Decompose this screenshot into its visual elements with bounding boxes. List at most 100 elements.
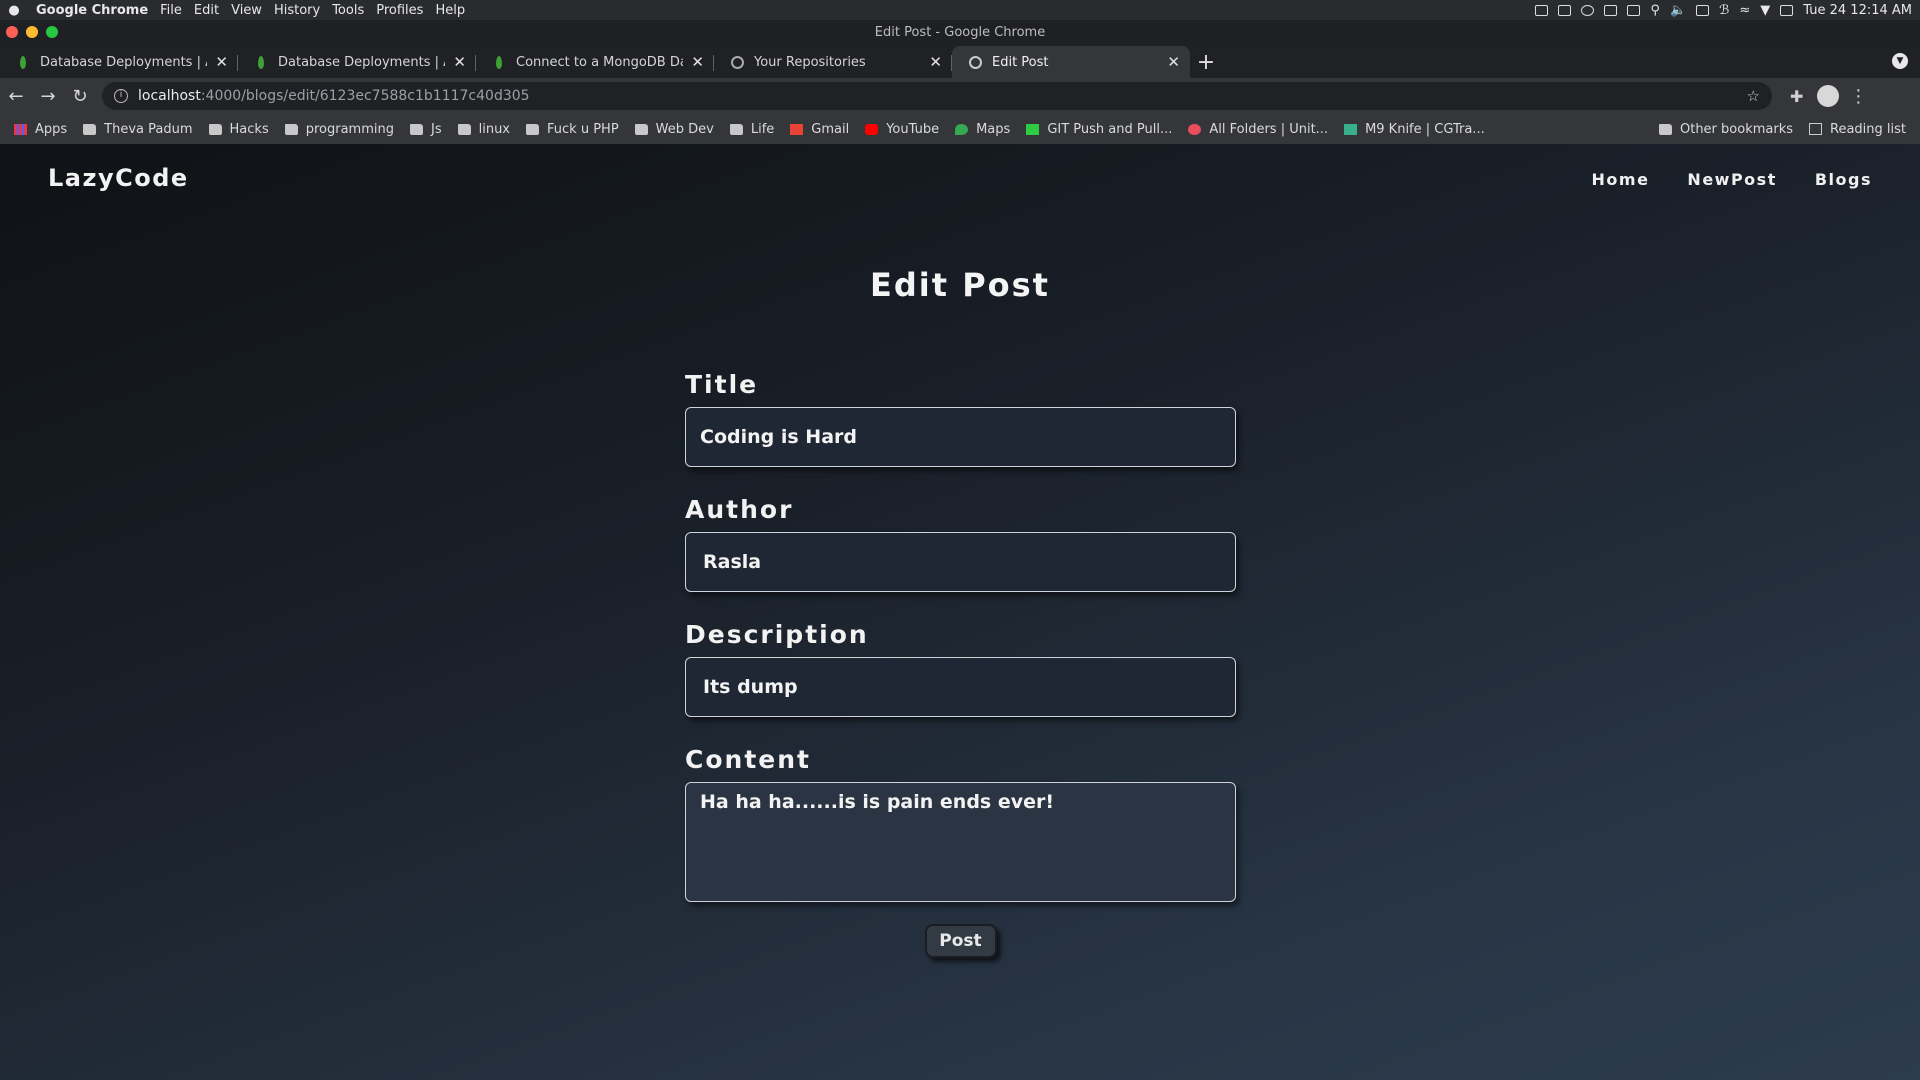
bookmark-folder-life[interactable]: Life [729,122,774,137]
author-input[interactable]: Rasla [685,532,1236,592]
post-submit-button[interactable]: Post [924,924,997,958]
bookmark-other-bookmarks[interactable]: Other bookmarks [1658,121,1793,137]
bookmark-folder-hacks[interactable]: Hacks [208,122,269,137]
trash-icon[interactable] [1780,4,1794,16]
bookmark-gmail[interactable]: Gmail [790,122,849,137]
extensions-puzzle-icon[interactable]: ✚ [1790,87,1803,106]
forward-button[interactable]: → [32,80,64,112]
back-button[interactable]: ← [0,80,32,112]
bookmark-label: linux [478,121,511,137]
bookmark-label: Js [431,121,442,137]
bluetooth-icon[interactable]: ℬ [1719,3,1729,18]
battery-icon[interactable] [1696,4,1710,16]
tab-database-deployments-2[interactable]: Database Deployments | Atla ✕ [238,46,476,78]
bookmark-label: Apps [35,121,68,137]
close-icon[interactable]: ✕ [929,53,942,71]
screen-icon[interactable] [1535,4,1549,16]
folder-icon [410,123,423,135]
dropdown-icon[interactable]: ▼ [1760,3,1770,18]
location-icon[interactable]: ⚲ [1650,3,1660,18]
info-icon[interactable]: i [114,89,128,103]
status-area: ⚲ 🔈 ℬ ≈ ▼ Tue 24 12:14 AM [1535,3,1920,18]
menu-profiles[interactable]: Profiles [376,3,423,18]
description-input[interactable]: Its dump [685,657,1236,717]
bookmark-folder-js[interactable]: Js [410,122,442,137]
menu-history[interactable]: History [274,3,320,18]
title-input[interactable]: Coding is Hard [685,407,1236,467]
bookmark-star-icon[interactable]: ☆ [1747,87,1760,105]
maps-pin-icon [955,123,969,135]
browser-toolbar: ← → ↻ i localhost:4000/blogs/edit/6123ec… [0,78,1920,114]
content-textarea[interactable]: Ha ha ha......is is pain ends ever! [685,782,1236,902]
menu-help[interactable]: Help [435,3,465,18]
mongodb-leaf-icon [254,55,268,69]
apple-icon[interactable]: ● [4,3,24,18]
url-path: :4000/blogs/edit/6123ec7588c1b1117c40d30… [200,88,530,104]
bookmark-maps[interactable]: Maps [955,122,1010,137]
tab-label: Connect to a MongoDB Datal [516,54,683,70]
window-titlebar: Edit Post - Google Chrome [0,20,1920,44]
unity-icon [1188,123,1202,135]
tab-connect-mongodb[interactable]: Connect to a MongoDB Datal ✕ [476,46,714,78]
reading-list[interactable]: Reading list [1809,122,1906,137]
bookmark-m9-knife[interactable]: M9 Knife | CGTra... [1344,122,1485,137]
reading-list-icon [1809,123,1822,135]
nav-blogs-link[interactable]: Blogs [1815,170,1872,189]
window-icon[interactable] [1558,4,1572,16]
youtube-icon [865,123,879,135]
bookmark-label: Other bookmarks [1679,121,1793,137]
folder-icon [526,123,540,135]
bookmark-git-push-pull[interactable]: GIT Push and Pull... [1026,122,1172,137]
menu-app-name[interactable]: Google Chrome [36,3,148,18]
tab-label: Edit Post [992,54,1049,70]
bookmark-all-folders-unity[interactable]: All Folders | Unit... [1188,122,1328,137]
nav-newpost-link[interactable]: NewPost [1687,170,1776,189]
menu-file[interactable]: File [160,3,182,18]
bookmark-folder-linux[interactable]: linux [457,121,511,137]
bookmark-folder-web-dev[interactable]: Web Dev [634,122,714,137]
bookmark-folder-php[interactable]: Fuck u PHP [526,122,619,137]
site-logo[interactable]: LazyCode [48,164,189,192]
bookmark-label: M9 Knife | CGTra... [1365,121,1485,137]
author-label: Author [685,495,794,524]
bookmark-label: Fuck u PHP [547,121,619,137]
tab-search-icon[interactable]: ▼ [1892,53,1908,69]
menu-edit[interactable]: Edit [194,3,219,18]
wifi-icon[interactable]: ≈ [1739,3,1750,18]
close-icon[interactable]: ✕ [215,53,228,71]
menu-view[interactable]: View [231,3,262,18]
check-icon[interactable] [1581,4,1595,16]
terminal-icon[interactable] [1604,4,1618,16]
clock[interactable]: Tue 24 12:14 AM [1803,3,1912,18]
bookmark-folder-theva-padum[interactable]: Theva Padum [83,121,193,137]
bookmark-label: Theva Padum [104,121,193,137]
bookmark-label: YouTube [886,121,940,137]
chrome-menu-icon[interactable]: ⋮ [1849,86,1867,107]
bookmark-label: All Folders | Unit... [1209,121,1329,137]
address-bar[interactable]: i localhost:4000/blogs/edit/6123ec7588c1… [102,82,1772,110]
bookmark-folder-programming[interactable]: programming [284,122,394,137]
folder-icon [457,123,471,135]
bookmark-apps[interactable]: Apps [14,122,67,137]
tab-edit-post[interactable]: Edit Post ✕ [952,46,1190,78]
tab-label: Database Deployments | Atla [278,54,445,70]
new-tab-button[interactable]: + [1190,46,1222,78]
close-icon[interactable]: ✕ [453,53,466,71]
close-icon[interactable]: ✕ [691,53,704,71]
bookmarks-bar: Apps Theva Padum Hacks programming Js li… [0,114,1920,144]
reload-button[interactable]: ↻ [64,80,96,112]
profile-avatar[interactable] [1817,85,1840,107]
menu-tools[interactable]: Tools [332,3,364,18]
tab-your-repositories[interactable]: Your Repositories ✕ [714,46,952,78]
edit-post-form: Title Coding is Hard Author Rasla Descri… [685,370,1236,958]
github-icon [730,55,744,69]
folder-icon [208,123,222,135]
clipboard-icon[interactable] [1627,4,1641,16]
close-icon[interactable]: ✕ [1167,53,1180,71]
title-label: Title [685,370,759,399]
tab-database-deployments-1[interactable]: Database Deployments | Atla ✕ [0,46,238,78]
bookmark-youtube[interactable]: YouTube [865,122,939,137]
nav-home-link[interactable]: Home [1592,170,1650,189]
volume-icon[interactable]: 🔈 [1670,3,1686,18]
mongodb-leaf-icon [492,55,506,69]
